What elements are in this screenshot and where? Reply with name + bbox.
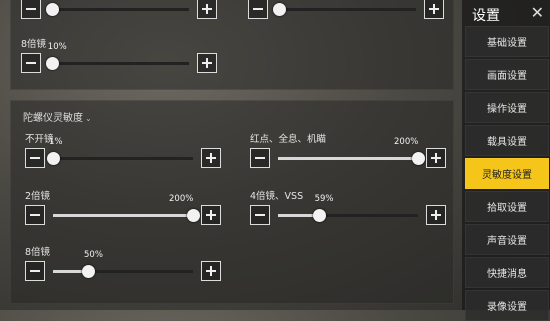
slider-8x-scope[interactable]: 8倍镜 10% (21, 39, 217, 75)
minus-button[interactable] (21, 53, 41, 73)
slider-fill (278, 157, 418, 160)
minus-button[interactable] (25, 261, 45, 281)
section-title-text: 陀螺仪灵敏度 (23, 113, 83, 124)
slider-label: 4倍镜、VSS (250, 191, 304, 202)
slider-value: 200% (394, 137, 419, 147)
slider-thumb[interactable] (45, 3, 59, 16)
slider-top-left[interactable] (21, 0, 217, 21)
sidebar-item-vehicle[interactable]: 载具设置 (465, 125, 549, 156)
close-icon[interactable]: ✕ (531, 3, 544, 22)
slider-track[interactable] (276, 8, 416, 11)
plus-button[interactable] (197, 0, 217, 19)
slider-red-dot[interactable]: 红点、全息、机瞄 200% (250, 134, 446, 170)
slider-thumb[interactable] (45, 57, 59, 70)
slider-value: 50% (84, 250, 103, 260)
plus-button[interactable] (197, 53, 217, 73)
slider-value: 59% (314, 194, 334, 204)
slider-4x-vss[interactable]: 4倍镜、VSS 59% (250, 191, 446, 227)
slider-track[interactable] (49, 8, 189, 11)
slider-thumb[interactable] (312, 209, 326, 222)
sidebar-item-graphics[interactable]: 画面设置 (465, 59, 549, 90)
slider-label: 红点、全息、机瞄 (250, 134, 327, 145)
sidebar-item-basic[interactable]: 基础设置 (465, 26, 549, 57)
minus-button[interactable] (250, 148, 270, 168)
gyro-sensitivity-panel: 陀螺仪灵敏度 ⌄ 不开镜 1% 红点、全息、机瞄 200% 2倍镜 200% 4… (10, 100, 454, 304)
slider-thumb[interactable] (187, 209, 200, 222)
plus-button[interactable] (201, 261, 221, 281)
plus-button[interactable] (201, 148, 221, 168)
slider-track[interactable] (278, 214, 418, 217)
slider-label: 2倍镜 (25, 191, 51, 202)
slider-no-scope[interactable]: 不开镜 1% (25, 134, 221, 170)
sidebar-item-quick-messages[interactable]: 快捷消息 (465, 257, 549, 288)
slider-track[interactable] (278, 157, 418, 160)
plus-button[interactable] (201, 205, 221, 225)
slider-track[interactable] (53, 270, 193, 273)
slider-thumb[interactable] (82, 265, 95, 278)
slider-thumb[interactable] (47, 152, 60, 165)
sidebar-item-pickup[interactable]: 拾取设置 (465, 191, 549, 222)
slider-track[interactable] (53, 214, 193, 217)
minus-button[interactable] (25, 148, 45, 168)
slider-2x-scope[interactable]: 2倍镜 200% (25, 191, 221, 227)
sidebar-title: 设置 (472, 8, 500, 24)
slider-track[interactable] (49, 62, 189, 65)
section-title: 陀螺仪灵敏度 ⌄ (23, 109, 92, 124)
slider-label: 8倍镜 (25, 247, 51, 258)
slider-value: 10% (47, 42, 67, 52)
slider-fill (53, 214, 193, 217)
sidebar-item-audio[interactable]: 声音设置 (465, 224, 549, 255)
slider-label: 8倍镜 (21, 39, 47, 50)
plus-button[interactable] (426, 148, 446, 168)
settings-content: 8倍镜 10% 陀螺仪灵敏度 ⌄ 不开镜 1% 红点、全息、机瞄 200% 2倍… (0, 0, 462, 310)
sidebar-item-replay[interactable]: 录像设置 (465, 290, 549, 321)
slider-track[interactable] (53, 157, 193, 160)
sidebar-item-sensitivity[interactable]: 灵敏度设置 (465, 158, 549, 189)
slider-thumb[interactable] (412, 152, 425, 165)
slider-8x-gyro[interactable]: 8倍镜 50% (25, 247, 221, 283)
plus-button[interactable] (426, 205, 446, 225)
minus-button[interactable] (21, 0, 41, 19)
slider-value: 1% (49, 137, 63, 147)
slider-value: 200% (169, 194, 194, 204)
slider-top-right[interactable] (248, 0, 444, 21)
settings-sidebar: 设置 ✕ 基础设置 画面设置 操作设置 载具设置 灵敏度设置 拾取设置 声音设置… (462, 0, 550, 321)
caret-down-icon: ⌄ (85, 114, 92, 123)
minus-button[interactable] (248, 0, 268, 19)
plus-button[interactable] (424, 0, 444, 19)
sidebar-item-controls[interactable]: 操作设置 (465, 92, 549, 123)
slider-thumb[interactable] (272, 3, 286, 16)
minus-button[interactable] (250, 205, 270, 225)
minus-button[interactable] (25, 205, 45, 225)
scope-sensitivity-panel: 8倍镜 10% (10, 0, 454, 90)
